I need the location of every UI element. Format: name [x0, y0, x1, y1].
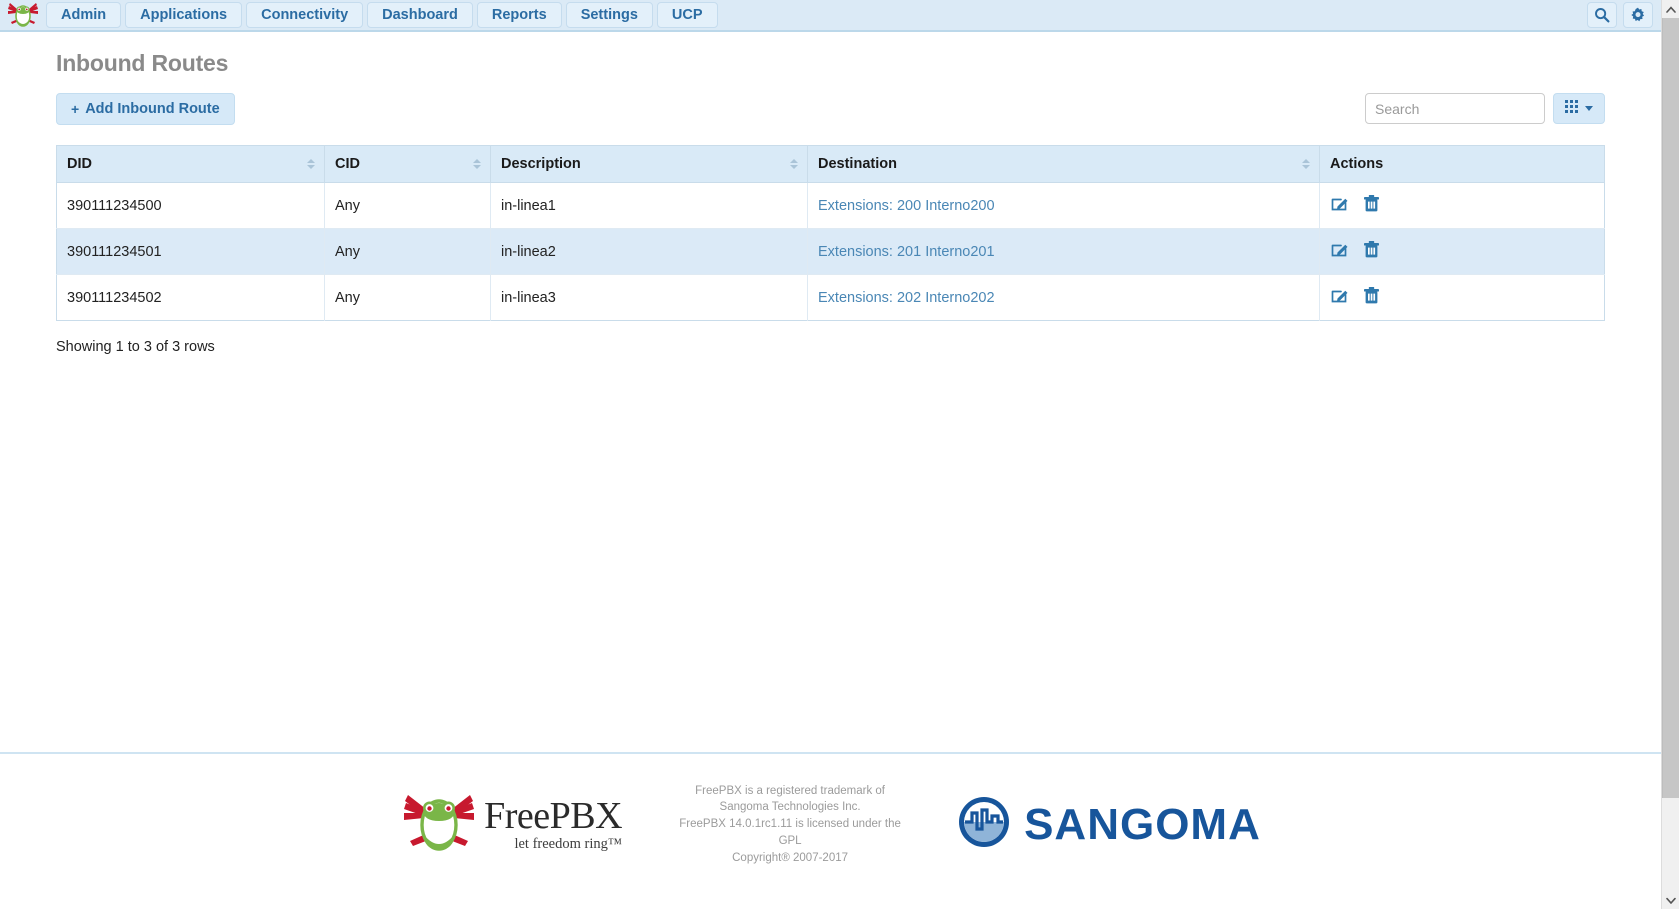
cell-actions — [1319, 228, 1605, 275]
scroll-up-arrow-icon[interactable] — [1662, 0, 1679, 18]
legal-line-4: Copyright® 2007-2017 — [732, 851, 849, 864]
cell-cid: Any — [324, 182, 491, 229]
table-header-row: DID CID Description Destination Actions — [56, 145, 1605, 183]
trash-icon[interactable] — [1363, 286, 1380, 309]
legal-line-1: FreePBX is a registered trademark of — [695, 784, 885, 797]
nav-item-dashboard[interactable]: Dashboard — [367, 2, 473, 28]
cell-cid: Any — [324, 274, 491, 321]
column-header-did-label: DID — [67, 156, 92, 172]
scroll-down-arrow-icon[interactable] — [1662, 891, 1679, 909]
column-header-actions: Actions — [1319, 145, 1605, 183]
grid-icon — [1565, 99, 1580, 118]
app-root: Admin Applications Connectivity Dashboar… — [0, 0, 1679, 909]
sort-icon — [790, 159, 798, 169]
cell-actions — [1319, 182, 1605, 229]
table-toolbar: + Add Inbound Route — [56, 93, 1605, 127]
nav-item-applications[interactable]: Applications — [125, 2, 243, 28]
sangoma-waveform-icon — [958, 796, 1010, 853]
freepbx-footer-logo: FreePBX let freedom ring™ — [400, 791, 623, 858]
table-row[interactable]: 390111234500 Any in-linea1 Extensions: 2… — [56, 182, 1605, 229]
add-inbound-route-button[interactable]: + Add Inbound Route — [56, 93, 235, 125]
nav-item-connectivity[interactable]: Connectivity — [246, 2, 364, 28]
nav-item-list: Admin Applications Connectivity Dashboar… — [46, 2, 718, 28]
table-body: 390111234500 Any in-linea1 Extensions: 2… — [56, 182, 1605, 321]
edit-pencil-icon[interactable] — [1330, 194, 1349, 217]
column-header-destination[interactable]: Destination — [807, 145, 1320, 183]
page-scrollbar[interactable] — [1661, 0, 1679, 909]
cell-destination: Extensions: 200 Interno200 — [807, 182, 1320, 229]
gear-icon[interactable] — [1623, 2, 1653, 28]
destination-link[interactable]: Extensions: 202 Interno202 — [818, 290, 995, 306]
column-header-actions-label: Actions — [1330, 156, 1384, 172]
freepbx-frog-logo-icon — [400, 791, 478, 858]
nav-item-ucp[interactable]: UCP — [656, 2, 718, 28]
inbound-routes-table: DID CID Description Destination Actions … — [56, 145, 1605, 321]
sort-icon — [473, 159, 481, 169]
cell-did: 390111234501 — [56, 228, 325, 275]
freepbx-frog-logo-icon[interactable] — [4, 0, 42, 30]
page-title: Inbound Routes — [56, 50, 229, 76]
scrollbar-thumb[interactable] — [1662, 18, 1679, 798]
nav-item-settings[interactable]: Settings — [565, 2, 653, 28]
column-toggle-button[interactable] — [1553, 93, 1605, 124]
rows-info-label: Showing 1 to 3 of 3 rows — [56, 339, 215, 355]
column-header-destination-label: Destination — [818, 156, 897, 172]
cell-cid: Any — [324, 228, 491, 275]
column-header-did[interactable]: DID — [56, 145, 325, 183]
freepbx-wordmark: FreePBX — [484, 795, 623, 838]
trash-icon[interactable] — [1363, 194, 1380, 217]
page-footer: FreePBX let freedom ring™ FreePBX is a r… — [0, 752, 1661, 909]
page-content: Inbound Routes + Add Inbound Route Searc… — [0, 50, 1661, 355]
trash-icon[interactable] — [1363, 240, 1380, 263]
table-row[interactable]: 390111234502 Any in-linea3 Extensions: 2… — [56, 274, 1605, 321]
chevron-down-icon — [1585, 106, 1593, 111]
edit-pencil-icon[interactable] — [1330, 240, 1349, 263]
column-header-cid-label: CID — [335, 156, 360, 172]
edit-pencil-icon[interactable] — [1330, 286, 1349, 309]
destination-link[interactable]: Extensions: 201 Interno201 — [818, 244, 995, 260]
table-head: DID CID Description Destination Actions — [56, 145, 1605, 183]
footer-legal-text: FreePBX is a registered trademark of San… — [670, 783, 910, 866]
search-icon[interactable] — [1587, 2, 1617, 28]
cell-description: in-linea3 — [490, 274, 808, 321]
column-header-description-label: Description — [501, 156, 581, 172]
navbar-actions — [1587, 2, 1653, 28]
sort-icon — [307, 159, 315, 169]
sangoma-wordmark: SANGOMA — [1024, 799, 1261, 849]
plus-icon: + — [71, 101, 80, 117]
sangoma-logo: SANGOMA — [958, 796, 1261, 853]
legal-line-2: Sangoma Technologies Inc. — [719, 801, 861, 814]
nav-item-reports[interactable]: Reports — [476, 2, 562, 28]
cell-did: 390111234502 — [56, 274, 325, 321]
nav-item-admin[interactable]: Admin — [46, 2, 122, 28]
cell-did: 390111234500 — [56, 182, 325, 229]
legal-line-3: FreePBX 14.0.1rc1.11 is licensed under t… — [679, 818, 901, 847]
cell-actions — [1320, 275, 1605, 321]
sort-icon — [1302, 159, 1310, 169]
cell-destination: Extensions: 202 Interno202 — [807, 274, 1320, 321]
routes-table-container: DID CID Description Destination Actions … — [56, 145, 1605, 321]
destination-link[interactable]: Extensions: 200 Interno200 — [818, 198, 995, 214]
toolbar-right-group — [1365, 93, 1605, 124]
table-row[interactable]: 390111234501 Any in-linea2 Extensions: 2… — [56, 228, 1605, 275]
main-navbar: Admin Applications Connectivity Dashboar… — [0, 0, 1661, 32]
cell-description: in-linea2 — [490, 228, 808, 275]
cell-destination: Extensions: 201 Interno201 — [807, 228, 1320, 275]
column-header-cid[interactable]: CID — [324, 145, 491, 183]
column-header-description[interactable]: Description — [490, 145, 808, 183]
freepbx-tagline: let freedom ring™ — [514, 836, 623, 853]
cell-description: in-linea1 — [490, 182, 808, 229]
add-inbound-route-label: Add Inbound Route — [85, 101, 220, 117]
search-input[interactable] — [1365, 93, 1545, 124]
